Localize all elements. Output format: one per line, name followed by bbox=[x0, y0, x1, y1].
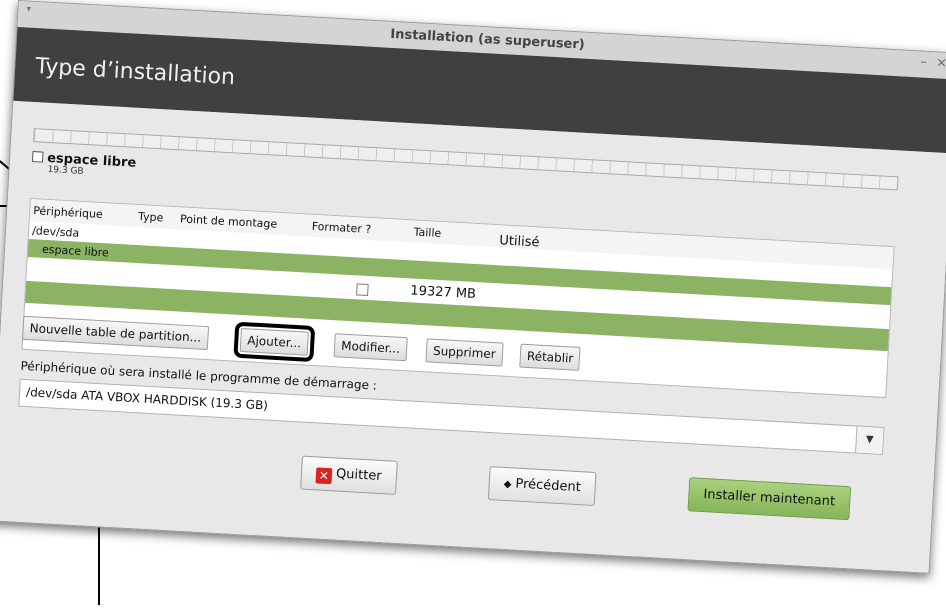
close-red-icon: ✕ bbox=[315, 467, 333, 485]
quit-button[interactable]: ✕ Quitter bbox=[300, 455, 398, 495]
partition-legend: espace libre 19.3 GB bbox=[31, 146, 137, 177]
modify-partition-button[interactable]: Modifier... bbox=[333, 333, 408, 362]
installer-window: ▾ Installation (as superuser) – × Type d… bbox=[0, 0, 946, 574]
back-label: Précédent bbox=[515, 476, 582, 496]
chevron-down-icon[interactable]: ▼ bbox=[855, 426, 884, 454]
column-header[interactable]: Type bbox=[138, 210, 164, 224]
close-icon[interactable]: × bbox=[936, 55, 946, 71]
delete-partition-button[interactable]: Supprimer bbox=[425, 338, 504, 367]
column-header[interactable]: Périphérique bbox=[33, 204, 103, 221]
add-partition-button[interactable]: Ajouter... bbox=[233, 321, 315, 363]
bootloader-value: /dev/sda ATA VBOX HARDDISK (19.3 GB) bbox=[25, 385, 269, 413]
minimize-icon[interactable]: – bbox=[920, 54, 927, 69]
page-title: Type d’installation bbox=[34, 54, 236, 91]
install-now-button[interactable]: Installer maintenant bbox=[687, 477, 851, 521]
column-header[interactable]: Point de montage bbox=[180, 212, 278, 230]
column-header[interactable]: Taille bbox=[413, 225, 441, 240]
row-device: espace libre bbox=[41, 242, 110, 260]
back-button[interactable]: ◆ Précédent bbox=[487, 466, 597, 506]
revert-button[interactable]: Rétablir bbox=[519, 343, 581, 371]
main-content: espace libre 19.3 GB Périphérique Type P… bbox=[0, 100, 946, 573]
row-size: 19327 MB bbox=[409, 283, 477, 303]
row-device: /dev/sda bbox=[31, 224, 80, 240]
quit-label: Quitter bbox=[335, 466, 383, 485]
column-header[interactable]: Formater ? bbox=[311, 220, 371, 236]
legend-size: 19.3 GB bbox=[47, 164, 84, 177]
arrow-left-icon: ◆ bbox=[503, 478, 512, 491]
legend-swatch bbox=[31, 151, 44, 163]
